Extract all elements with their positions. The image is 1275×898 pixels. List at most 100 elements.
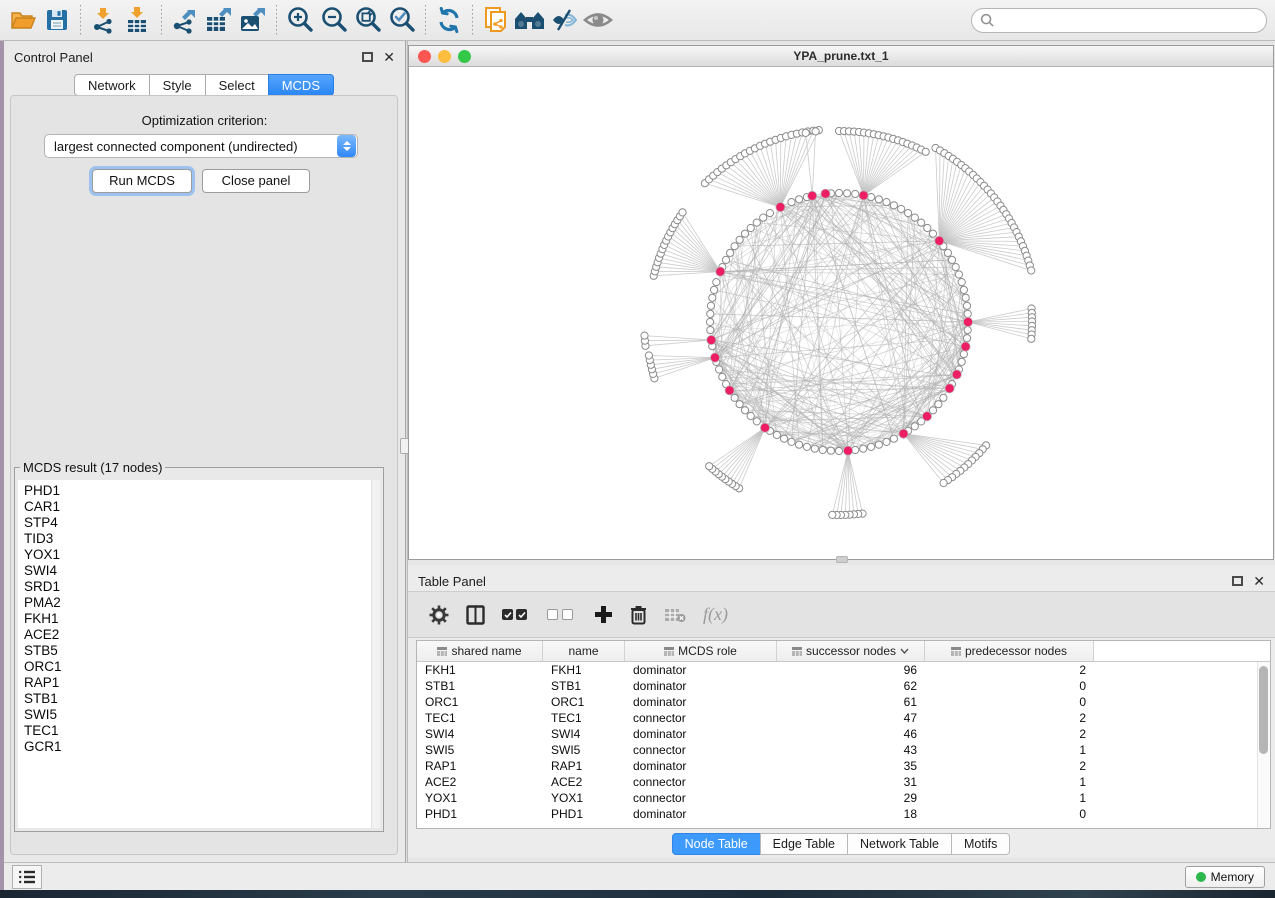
- save-session-button[interactable]: [40, 4, 74, 36]
- column-header-successor-nodes[interactable]: successor nodes: [777, 641, 925, 661]
- mcds-result-item[interactable]: TID3: [24, 531, 380, 547]
- clone-network-button[interactable]: [479, 4, 513, 36]
- status-bar: Memory: [4, 862, 1275, 890]
- table-row[interactable]: YOX1YOX1connector291: [417, 790, 1270, 806]
- delete-table-button-disabled[interactable]: [664, 600, 686, 630]
- table-cell: 47: [777, 710, 925, 726]
- export-image-button[interactable]: [236, 4, 270, 36]
- unchecked-box-icon: [562, 609, 573, 620]
- close-panel-icon[interactable]: ✕: [383, 52, 395, 62]
- table-row[interactable]: TEC1TEC1connector472: [417, 710, 1270, 726]
- tab-style[interactable]: Style: [149, 74, 206, 96]
- table-row[interactable]: STB1STB1dominator620: [417, 678, 1270, 694]
- import-network-button[interactable]: [87, 4, 121, 36]
- mcds-result-item[interactable]: SWI4: [24, 563, 380, 579]
- tab-node-table[interactable]: Node Table: [672, 833, 761, 855]
- mcds-result-item[interactable]: STP4: [24, 515, 380, 531]
- mcds-result-item[interactable]: FKH1: [24, 611, 380, 627]
- function-builder-button-disabled[interactable]: f(x): [703, 600, 728, 630]
- float-window-icon[interactable]: [1232, 576, 1243, 586]
- mcds-result-item[interactable]: RAP1: [24, 675, 380, 691]
- table-scrollbar-track[interactable]: [1257, 662, 1270, 829]
- mcds-result-item[interactable]: PHD1: [24, 483, 380, 499]
- mcds-result-item[interactable]: SRD1: [24, 579, 380, 595]
- float-window-icon[interactable]: [362, 52, 373, 62]
- mcds-result-item[interactable]: CAR1: [24, 499, 380, 515]
- columns-icon: [466, 605, 485, 625]
- open-file-button[interactable]: [6, 4, 40, 36]
- zoom-selected-icon: [387, 5, 417, 35]
- table-row[interactable]: FKH1FKH1dominator962: [417, 662, 1270, 678]
- table-settings-button[interactable]: [429, 600, 449, 630]
- table-cell: FKH1: [543, 662, 625, 678]
- table-panel: Table Panel ✕: [408, 565, 1275, 858]
- mcds-list-scrollbar[interactable]: [371, 480, 380, 828]
- mcds-result-title: MCDS result (17 nodes): [20, 460, 165, 475]
- zoom-selected-button[interactable]: [385, 4, 419, 36]
- network-view-window: YPA_prune.txt_1: [408, 45, 1274, 560]
- mcds-result-item[interactable]: GCR1: [24, 739, 380, 755]
- tab-network[interactable]: Network: [74, 74, 150, 96]
- run-mcds-button[interactable]: Run MCDS: [92, 169, 192, 193]
- zoom-fit-button[interactable]: [351, 4, 385, 36]
- toggle-column-view-button[interactable]: [466, 600, 485, 630]
- column-header-shared-name[interactable]: shared name: [417, 641, 543, 661]
- sort-desc-icon: [900, 648, 909, 654]
- zoom-out-icon: [319, 5, 349, 35]
- zoom-out-button[interactable]: [317, 4, 351, 36]
- table-scrollbar-thumb[interactable]: [1259, 666, 1268, 754]
- table-cell: PHD1: [543, 806, 625, 822]
- tab-select[interactable]: Select: [205, 74, 269, 96]
- table-row[interactable]: ORC1ORC1dominator610: [417, 694, 1270, 710]
- select-all-button[interactable]: [502, 600, 530, 630]
- tab-network-table[interactable]: Network Table: [847, 833, 952, 855]
- delete-column-button[interactable]: [630, 600, 647, 630]
- mcds-result-item[interactable]: STB5: [24, 643, 380, 659]
- table-row[interactable]: SWI4SWI4dominator462: [417, 726, 1270, 742]
- table-cell: dominator: [625, 662, 777, 678]
- column-header-name[interactable]: name: [543, 641, 625, 661]
- column-header-MCDS-role[interactable]: MCDS role: [625, 641, 777, 661]
- table-row[interactable]: ACE2ACE2connector311: [417, 774, 1270, 790]
- open-folder-icon: [9, 7, 37, 33]
- mcds-result-item[interactable]: YOX1: [24, 547, 380, 563]
- column-header-predecessor-nodes[interactable]: predecessor nodes: [925, 641, 1094, 661]
- table-row[interactable]: SWI5SWI5connector431: [417, 742, 1270, 758]
- table-cell: 29: [777, 790, 925, 806]
- refresh-button[interactable]: [432, 4, 466, 36]
- close-panel-icon[interactable]: ✕: [1253, 576, 1265, 586]
- plus-icon: [594, 605, 613, 624]
- criterion-dropdown[interactable]: largest connected component (undirected): [44, 134, 358, 158]
- table-row[interactable]: PHD1PHD1dominator180: [417, 806, 1270, 822]
- close-panel-button[interactable]: Close panel: [202, 169, 310, 193]
- network-canvas[interactable]: [409, 67, 1273, 559]
- tab-mcds[interactable]: MCDS: [268, 74, 334, 96]
- find-button[interactable]: [513, 4, 547, 36]
- mcds-result-item[interactable]: ACE2: [24, 627, 380, 643]
- add-column-button[interactable]: [594, 600, 613, 630]
- control-panel: Control Panel ✕ Network Style Select MCD…: [4, 41, 405, 862]
- table-cell: 1: [925, 742, 1094, 758]
- export-table-button[interactable]: [202, 4, 236, 36]
- zoom-in-button[interactable]: [283, 4, 317, 36]
- memory-button[interactable]: Memory: [1185, 866, 1265, 888]
- horizontal-splitter-handle[interactable]: [836, 556, 848, 563]
- mcds-result-item[interactable]: STB1: [24, 691, 380, 707]
- import-table-button[interactable]: [121, 4, 155, 36]
- tab-edge-table[interactable]: Edge Table: [760, 833, 848, 855]
- table-cell: connector: [625, 710, 777, 726]
- table-cell: 62: [777, 678, 925, 694]
- mcds-result-item[interactable]: ORC1: [24, 659, 380, 675]
- tab-motifs[interactable]: Motifs: [951, 833, 1010, 855]
- checked-box-icon: [516, 609, 527, 620]
- mcds-result-item[interactable]: TEC1: [24, 723, 380, 739]
- mcds-result-item[interactable]: SWI5: [24, 707, 380, 723]
- mcds-result-item[interactable]: PMA2: [24, 595, 380, 611]
- search-input[interactable]: [995, 10, 1266, 30]
- task-history-button[interactable]: [12, 865, 42, 889]
- deselect-all-button[interactable]: [547, 600, 577, 630]
- table-row[interactable]: RAP1RAP1dominator352: [417, 758, 1270, 774]
- export-network-button[interactable]: [168, 4, 202, 36]
- hide-selected-button[interactable]: [547, 4, 581, 36]
- show-all-button[interactable]: [581, 4, 615, 36]
